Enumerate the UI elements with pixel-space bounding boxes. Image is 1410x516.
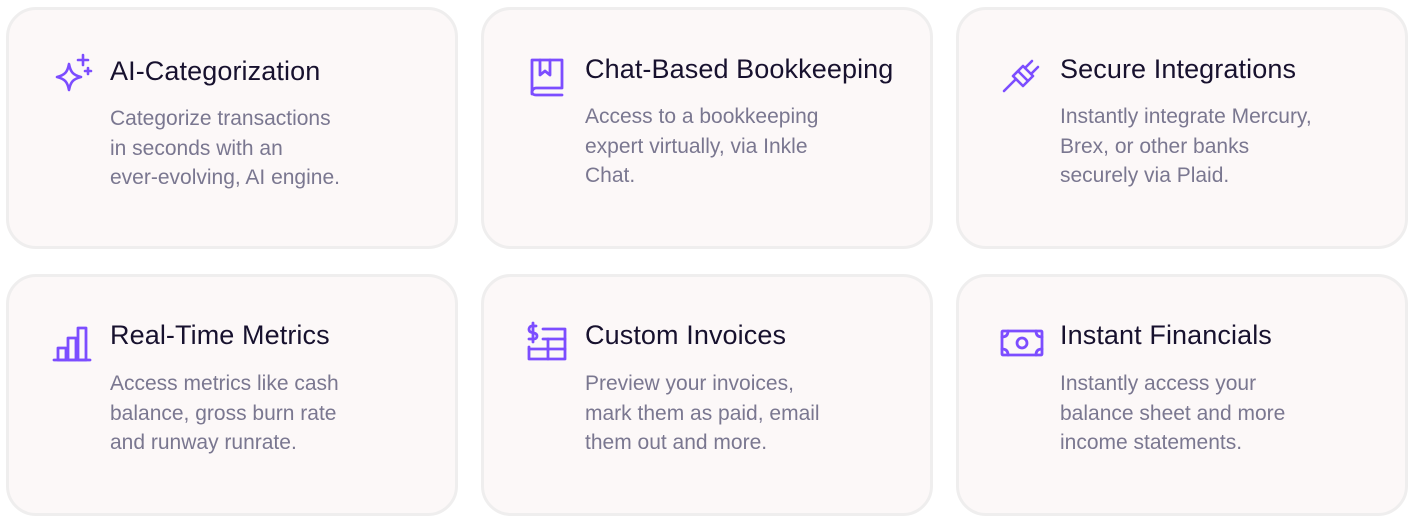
description-line: Preview your invoices, [585, 372, 794, 395]
banknote-icon [999, 320, 1045, 366]
feature-description: Categorize transactions in seconds with … [110, 104, 400, 193]
description-line: Instantly integrate Mercury, [1060, 105, 1312, 128]
description-line: Access to a bookkeeping [585, 105, 819, 128]
sparkles-icon [49, 52, 95, 98]
description-line: income statements. [1060, 431, 1243, 454]
description-line: balance sheet and more [1060, 401, 1286, 425]
description-line: Brex, or other banks [1060, 134, 1250, 158]
feature-description: Instantly access your balance sheet and … [1060, 369, 1350, 458]
feature-description: Instantly integrate Mercury, Brex, or ot… [1060, 102, 1350, 191]
description-line: balance, gross burn rate [110, 401, 337, 425]
description-line: in seconds with an [110, 136, 283, 160]
bar-chart-icon [49, 320, 95, 366]
feature-title: Chat-Based Bookkeeping [585, 54, 894, 84]
description-line: and runway runrate. [110, 431, 297, 454]
book-bookmark-icon [524, 54, 570, 100]
feature-card-instant-financials: Instant Financials Instantly access your… [956, 274, 1408, 516]
feature-card-secure-integrations: Secure Integrations Instantly integrate … [956, 7, 1408, 249]
description-line: Instantly access your [1060, 372, 1257, 395]
description-line: expert virtually, via Inkle [585, 134, 808, 158]
feature-card-custom-invoices: Custom Invoices Preview your invoices, m… [481, 274, 933, 516]
description-line: Chat. [585, 164, 636, 187]
description-line: them out and more. [585, 431, 768, 454]
feature-title: Custom Invoices [585, 320, 787, 350]
description-line: ever-evolving, AI engine. [110, 166, 340, 189]
description-line: securely via Plaid. [1060, 164, 1230, 187]
feature-card-real-time-metrics: Real-Time Metrics Access metrics like ca… [6, 274, 458, 516]
feature-title: Secure Integrations [1060, 54, 1297, 84]
plug-icon [999, 54, 1045, 100]
feature-card-ai-categorization: AI-Categorization Categorize transaction… [6, 7, 458, 249]
description-line: Access metrics like cash [110, 372, 339, 395]
feature-description: Preview your invoices, mark them as paid… [585, 369, 875, 458]
feature-title: AI-Categorization [110, 56, 321, 86]
feature-description: Access to a bookkeeping expert virtually… [585, 102, 875, 191]
description-line: Categorize transactions [110, 107, 331, 130]
feature-title: Real-Time Metrics [110, 320, 330, 350]
description-line: mark them as paid, email [585, 401, 820, 425]
feature-card-chat-bookkeeping: Chat-Based Bookkeeping Access to a bookk… [481, 7, 933, 249]
invoice-icon [524, 320, 570, 366]
feature-description: Access metrics like cash balance, gross … [110, 369, 400, 458]
feature-title: Instant Financials [1060, 320, 1272, 350]
